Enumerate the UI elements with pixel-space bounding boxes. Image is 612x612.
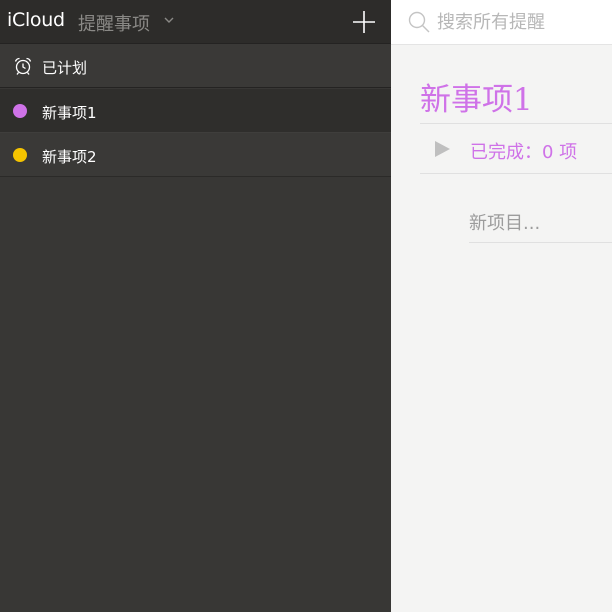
sidebar-item-list-2[interactable]: 新事项2 bbox=[0, 133, 391, 177]
sidebar-item-list-1[interactable]: 新事项1 bbox=[0, 89, 391, 133]
divider bbox=[420, 173, 612, 174]
sidebar-item-label: 新事项1 bbox=[42, 104, 97, 122]
new-item-placeholder[interactable]: 新项目... bbox=[469, 209, 540, 235]
play-triangle-icon bbox=[435, 141, 450, 157]
sidebar-item-scheduled[interactable]: 已计划 bbox=[0, 44, 391, 88]
search-bar bbox=[391, 0, 612, 45]
alarm-clock-icon bbox=[14, 57, 32, 75]
app-header: iCloud 提醒事项 bbox=[0, 0, 391, 44]
list-title: 新事项1 bbox=[420, 82, 533, 118]
completed-label: 已完成：0 项 bbox=[470, 142, 578, 163]
search-input[interactable] bbox=[437, 7, 607, 37]
list-color-dot bbox=[13, 104, 27, 118]
divider bbox=[469, 242, 612, 243]
main-content: 新事项1 已完成：0 项 新项目... bbox=[391, 0, 612, 612]
chevron-down-icon[interactable] bbox=[163, 14, 175, 26]
app-title[interactable]: 提醒事项 bbox=[78, 10, 150, 36]
add-list-button[interactable] bbox=[352, 10, 376, 34]
completed-toggle[interactable]: 已完成：0 项 bbox=[420, 124, 612, 173]
brand-label[interactable]: iCloud bbox=[7, 9, 65, 31]
search-icon bbox=[408, 11, 430, 33]
sidebar-item-label: 新事项2 bbox=[42, 148, 97, 166]
list-color-dot bbox=[13, 148, 27, 162]
sidebar: iCloud 提醒事项 已计划 新事项1 新事项2 bbox=[0, 0, 391, 612]
sidebar-item-label: 已计划 bbox=[42, 59, 88, 77]
